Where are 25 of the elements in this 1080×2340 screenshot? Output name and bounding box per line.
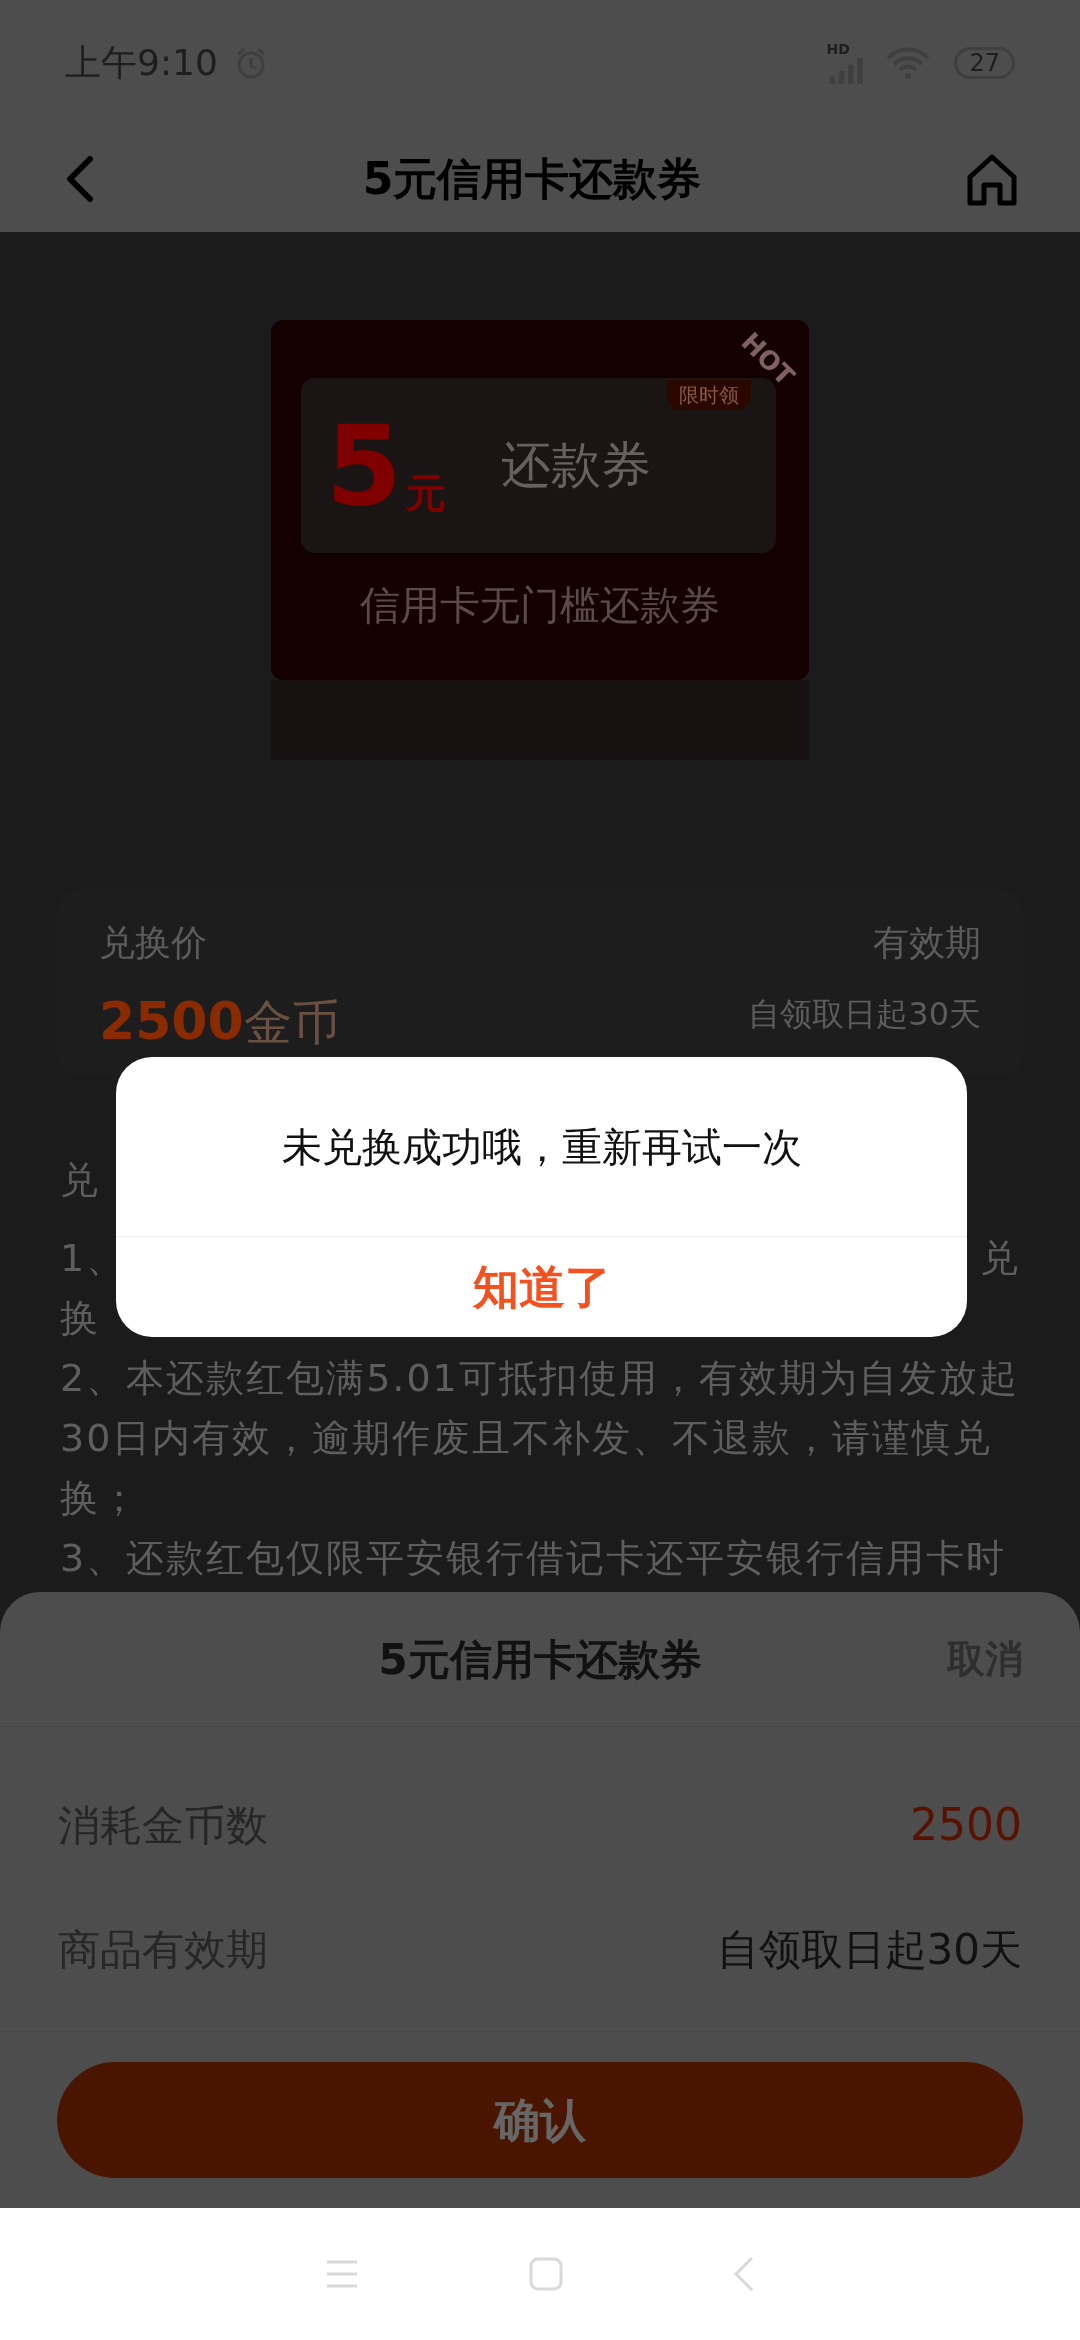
back-button-icon[interactable]: [733, 2256, 755, 2292]
coupon-subtitle: 信用卡无门槛还款券: [360, 581, 720, 630]
rules-heading: 兑: [60, 1157, 98, 1204]
validity-value: 自领取日起30天: [748, 994, 981, 1035]
rule-text: 30日内有效，逾期作废且不补发、不退款，请谨慎兑: [60, 1414, 993, 1462]
validity-label: 有效期: [873, 921, 981, 965]
confirm-button[interactable]: 确认: [57, 2062, 1023, 2178]
rule-text: 3、还款红包仅限平安银行借记卡还平安银行信用卡时: [60, 1534, 1007, 1582]
coupon-amount: 5: [325, 410, 403, 521]
menu-icon[interactable]: [325, 2259, 359, 2289]
rule-text: 换: [60, 1294, 100, 1342]
home-button-icon[interactable]: [529, 2257, 563, 2291]
price-text: 2500金币: [99, 990, 340, 1053]
page-title: 5元信用卡还款券: [362, 151, 702, 206]
coupon-name: 还款券: [501, 435, 651, 496]
coupon-tag: 限时领: [667, 380, 751, 410]
row-value: 2500: [910, 1798, 1022, 1852]
row-value: 自领取日起30天: [716, 1923, 1022, 1976]
rule-text: 换；: [60, 1474, 140, 1522]
rule-text: 2、本还款红包满5.01可抵扣使用，有效期为自发放起: [60, 1354, 1019, 1402]
price-label: 兑换价: [99, 921, 208, 965]
coupon-unit: 元: [406, 472, 447, 513]
rule-text: 兑: [980, 1234, 1020, 1282]
dialog-message: 未兑换成功哦，重新再试一次: [281, 1122, 802, 1172]
sheet-title: 5元信用卡还款券: [378, 1633, 702, 1686]
